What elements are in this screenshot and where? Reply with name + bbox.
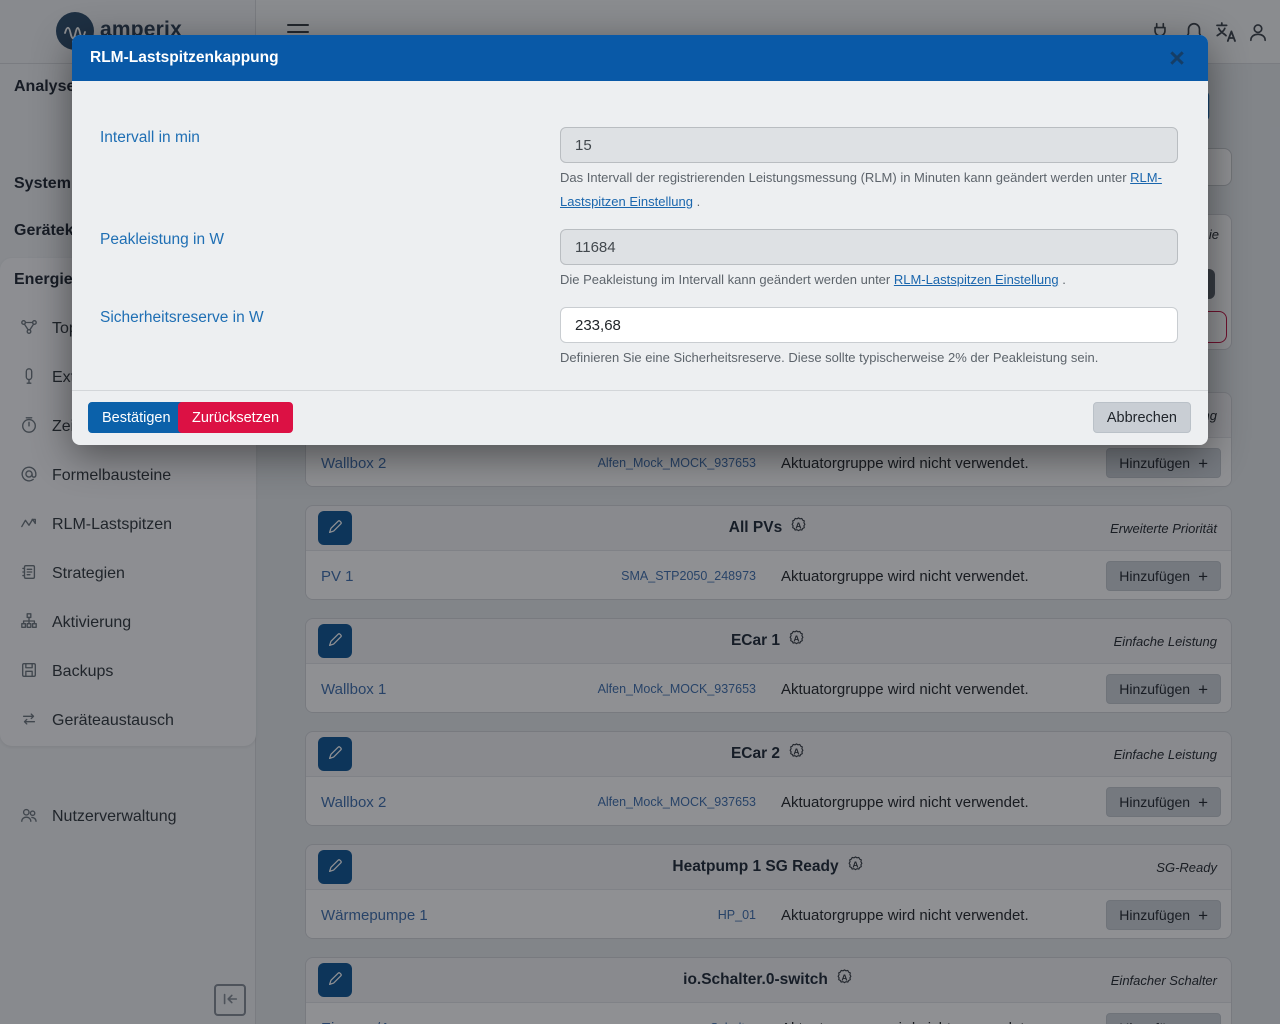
app: amperix Analyse System Gerätek Energie T… xyxy=(0,0,1280,1024)
rlm-modal: RLM-Lastspitzenkappung × Intervall in mi… xyxy=(72,35,1208,445)
safety-reserve-input[interactable] xyxy=(560,307,1178,343)
interval-label: Intervall in min xyxy=(100,129,200,147)
modal-title: RLM-Lastspitzenkappung xyxy=(90,49,279,67)
peak-power-help: Die Peakleistung im Intervall kann geänd… xyxy=(560,268,1184,292)
cancel-button[interactable]: Abbrechen xyxy=(1093,402,1191,433)
interval-help: Das Intervall der registrierenden Leistu… xyxy=(560,166,1184,214)
modal-footer-divider xyxy=(72,390,1208,391)
interval-input[interactable] xyxy=(560,127,1178,163)
reset-button[interactable]: Zurücksetzen xyxy=(178,402,293,433)
peak-power-input[interactable] xyxy=(560,229,1178,265)
modal-close-button[interactable]: × xyxy=(1160,41,1194,75)
safety-reserve-label: Sicherheitsreserve in W xyxy=(100,309,264,327)
safety-reserve-help: Definieren Sie eine Sicherheitsreserve. … xyxy=(560,346,1184,370)
confirm-button[interactable]: Bestätigen xyxy=(88,402,185,433)
peak-power-label: Peakleistung in W xyxy=(100,231,224,249)
close-icon: × xyxy=(1169,43,1185,73)
rlm-settings-link[interactable]: RLM-Lastspitzen Einstellung xyxy=(894,272,1059,287)
modal-header: RLM-Lastspitzenkappung × xyxy=(72,35,1208,81)
